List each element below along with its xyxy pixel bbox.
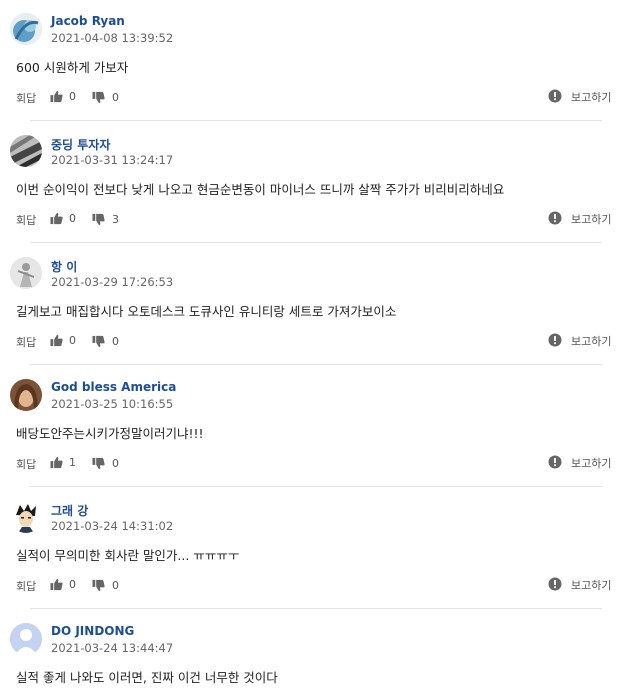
thumbs-down-icon[interactable] [92, 457, 105, 470]
reply-button[interactable]: 회답 [16, 90, 36, 106]
dislike-count: 0 [112, 457, 119, 470]
comment-item: 항 이 2021-03-29 17:26:53 길게보고 매집합시다 오토데스크… [0, 244, 629, 366]
alert-icon [548, 211, 562, 225]
comment-item: DO JINDONG 2021-03-24 13:44:47 실적 좋게 나와도… [0, 610, 629, 694]
report-label: 보고하기 [571, 457, 612, 470]
divider [30, 242, 602, 243]
comment-date: 2021-03-24 13:44:47 [51, 641, 174, 655]
thumbs-down-icon[interactable] [92, 91, 105, 104]
reply-button[interactable]: 회답 [16, 456, 36, 472]
comment-item: Jacob Ryan 2021-04-08 13:39:52 600 시원하게 … [0, 0, 629, 122]
author-name[interactable]: Jacob Ryan [51, 14, 125, 28]
avatar[interactable] [10, 13, 42, 45]
comment-text: 실적이 무의미한 회사란 말인가... ㅠㅠㅠㅜ [16, 548, 240, 563]
avatar[interactable] [10, 623, 42, 655]
report-label: 보고하기 [571, 213, 612, 226]
like-count: 0 [69, 578, 76, 591]
comment-text: 600 시원하게 가보자 [16, 60, 129, 75]
alert-icon [548, 577, 562, 591]
alert-icon [548, 455, 562, 469]
reply-button[interactable]: 회답 [16, 212, 36, 228]
comment-date: 2021-03-29 17:26:53 [51, 275, 174, 289]
like-count: 0 [69, 334, 76, 347]
thumbs-down-icon[interactable] [92, 213, 105, 226]
comment-actions: 회답 1 0 보고하기 [0, 455, 629, 472]
author-name[interactable]: 항 이 [51, 258, 77, 275]
avatar[interactable] [10, 379, 42, 411]
reply-button[interactable]: 회답 [16, 578, 36, 594]
comment-date: 2021-03-25 10:16:55 [51, 397, 174, 411]
avatar[interactable] [10, 501, 42, 533]
comment-text: 실적 좋게 나와도 이러면, 진짜 이건 너무한 것이다 [16, 670, 278, 685]
alert-icon [548, 333, 562, 347]
comment-date: 2021-04-08 13:39:52 [51, 31, 174, 45]
like-count: 0 [69, 212, 76, 225]
thumbs-up-icon[interactable] [50, 90, 63, 103]
comment-text: 이번 순이익이 전보다 낮게 나오고 현금순변동이 마이너스 뜨니까 살짝 주가… [16, 182, 505, 197]
dislike-count: 0 [112, 91, 119, 104]
thumbs-down-icon[interactable] [92, 335, 105, 348]
comment-actions: 회답 0 0 보고하기 [0, 89, 629, 106]
comment-date: 2021-03-24 14:31:02 [51, 519, 174, 533]
comment-date: 2021-03-31 13:24:17 [51, 153, 174, 167]
reply-button[interactable]: 회답 [16, 334, 36, 350]
comment-actions: 회답 0 0 보고하기 [0, 577, 629, 594]
dislike-count: 0 [112, 579, 119, 592]
thumbs-up-icon[interactable] [50, 456, 63, 469]
author-name[interactable]: 중딩 투자자 [51, 136, 110, 153]
dislike-count: 3 [112, 213, 119, 226]
thumbs-up-icon[interactable] [50, 578, 63, 591]
divider [30, 608, 602, 609]
comment-item: 중딩 투자자 2021-03-31 13:24:17 이번 순이익이 전보다 낮… [0, 122, 629, 244]
like-count: 1 [69, 456, 76, 469]
dislike-count: 0 [112, 335, 119, 348]
comment-actions: 회답 0 0 보고하기 [0, 333, 629, 350]
comment-item: God bless America 2021-03-25 10:16:55 배당… [0, 366, 629, 488]
comment-text: 배당도안주는시키가정말이러기냐!!! [16, 426, 204, 441]
author-name[interactable]: DO JINDONG [51, 624, 134, 638]
alert-icon [548, 89, 562, 103]
avatar[interactable] [10, 135, 42, 167]
report-label: 보고하기 [571, 335, 612, 348]
report-label: 보고하기 [571, 579, 612, 592]
divider [30, 364, 602, 365]
divider [30, 120, 602, 121]
author-name[interactable]: God bless America [51, 380, 176, 394]
thumbs-down-icon[interactable] [92, 579, 105, 592]
comment-item: 그래 강 2021-03-24 14:31:02 실적이 무의미한 회사란 말인… [0, 488, 629, 610]
author-name[interactable]: 그래 강 [51, 502, 88, 519]
comment-actions: 회답 0 3 보고하기 [0, 211, 629, 228]
avatar[interactable] [10, 257, 42, 289]
divider [30, 486, 602, 487]
comment-text: 길게보고 매집합시다 오토데스크 도큐사인 유니티랑 세트로 가져가보이소 [16, 304, 397, 319]
like-count: 0 [69, 90, 76, 103]
thumbs-up-icon[interactable] [50, 334, 63, 347]
report-label: 보고하기 [571, 91, 612, 104]
thumbs-up-icon[interactable] [50, 212, 63, 225]
